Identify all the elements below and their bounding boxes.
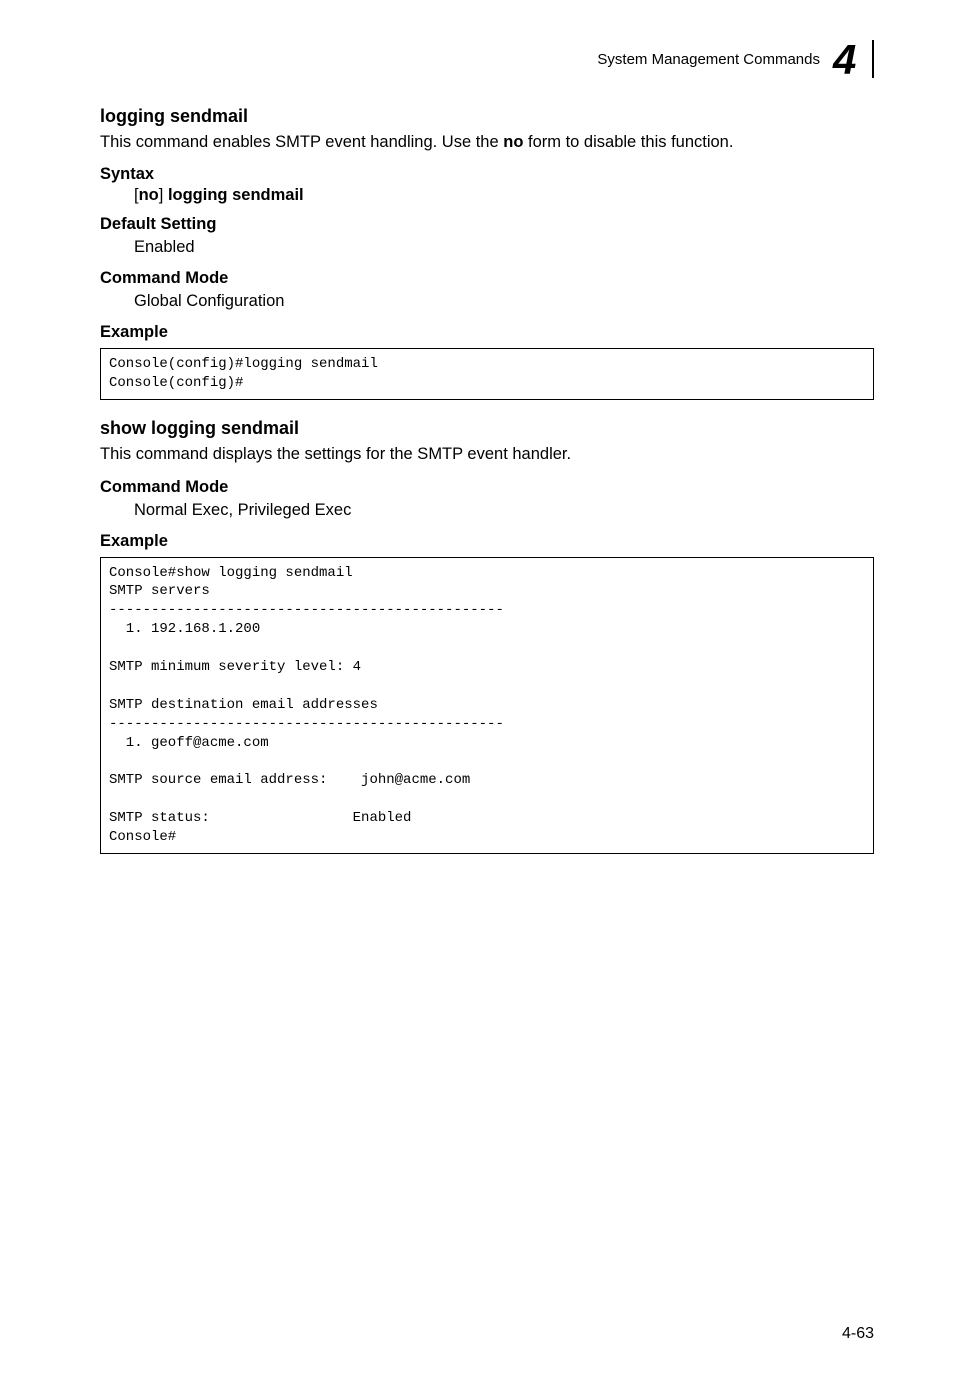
syntax-no: no bbox=[139, 186, 159, 204]
default-setting-value: Enabled bbox=[134, 236, 874, 259]
page-header: System Management Commands 4 bbox=[100, 40, 874, 78]
page-number: 4-63 bbox=[842, 1325, 874, 1343]
section1-description: This command enables SMTP event handling… bbox=[100, 131, 874, 153]
desc-bold-no: no bbox=[503, 133, 523, 151]
section-heading-show-logging-sendmail: show logging sendmail bbox=[100, 418, 874, 439]
example-label-1: Example bbox=[100, 323, 874, 342]
syntax-command: logging sendmail bbox=[168, 186, 304, 204]
chapter-title: System Management Commands bbox=[597, 51, 820, 68]
example-label-2: Example bbox=[100, 532, 874, 551]
desc-text: This command enables SMTP event handling… bbox=[100, 133, 503, 151]
section-heading-logging-sendmail: logging sendmail bbox=[100, 106, 874, 127]
bracket-close: ] bbox=[159, 186, 168, 204]
syntax-label: Syntax bbox=[100, 165, 874, 184]
command-mode-label-2: Command Mode bbox=[100, 478, 874, 497]
command-mode-value-1: Global Configuration bbox=[134, 290, 874, 313]
section2-description: This command displays the settings for t… bbox=[100, 443, 874, 465]
desc-text-cont: form to disable this function. bbox=[523, 133, 733, 151]
chapter-number-icon: 4 bbox=[830, 40, 874, 78]
syntax-content: [no] logging sendmail bbox=[134, 186, 874, 205]
command-mode-label-1: Command Mode bbox=[100, 269, 874, 288]
svg-text:4: 4 bbox=[832, 40, 856, 78]
command-mode-value-2: Normal Exec, Privileged Exec bbox=[134, 499, 874, 522]
example-code-2: Console#show logging sendmail SMTP serve… bbox=[100, 557, 874, 854]
example-code-1: Console(config)#logging sendmail Console… bbox=[100, 348, 874, 400]
default-setting-label: Default Setting bbox=[100, 215, 874, 234]
